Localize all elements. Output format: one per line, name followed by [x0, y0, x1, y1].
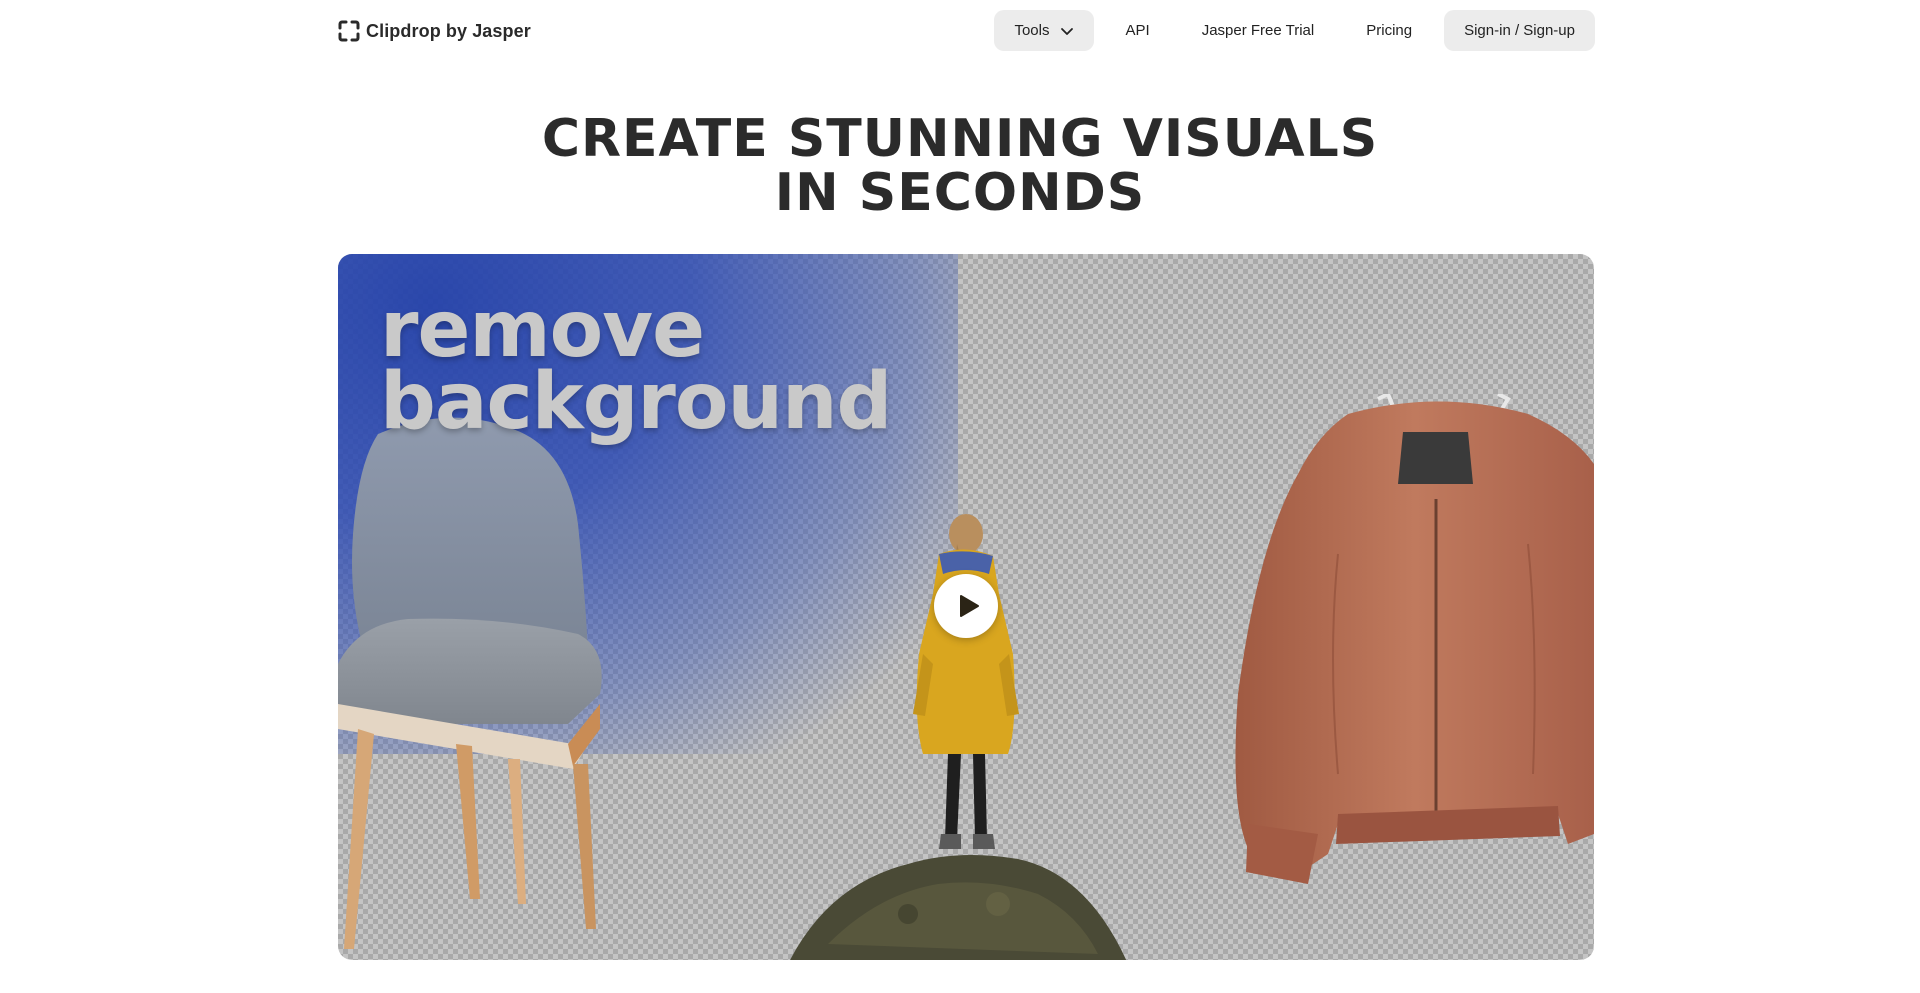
chair-image	[338, 417, 602, 949]
overlay-line-1: remove	[380, 285, 705, 375]
site-header: Clipdrop by Jasper Tools API Jasper Free…	[0, 0, 1920, 60]
jacket-image	[1235, 394, 1594, 884]
pricing-link[interactable]: Pricing	[1346, 10, 1432, 51]
overlay-line-2: background	[380, 357, 892, 447]
brand-name: Clipdrop by Jasper	[366, 20, 531, 41]
tools-label: Tools	[1014, 22, 1050, 39]
sign-in-button[interactable]: Sign-in / Sign-up	[1444, 10, 1595, 51]
girl-in-raincoat-image	[913, 514, 1019, 849]
main-nav: Tools API Jasper Free Trial Pricing Sign…	[994, 10, 1595, 51]
play-icon	[960, 595, 979, 617]
brand-logo[interactable]: Clipdrop by Jasper	[338, 19, 531, 43]
api-link[interactable]: API	[1106, 10, 1170, 51]
jasper-free-trial-link[interactable]: Jasper Free Trial	[1182, 10, 1335, 51]
demo-video-player[interactable]: remove background	[338, 254, 1594, 960]
hero-title: CREATE STUNNING VISUALS IN SECONDS	[0, 112, 1920, 220]
video-overlay-caption: remove background	[380, 285, 892, 447]
chevron-down-icon	[1060, 27, 1073, 35]
play-video-button[interactable]	[934, 574, 998, 638]
hero-title-line-2: IN SECONDS	[774, 163, 1146, 223]
hero-title-line-1: CREATE STUNNING VISUALS	[541, 109, 1379, 169]
tools-dropdown-button[interactable]: Tools	[994, 10, 1094, 51]
crop-frame-icon	[338, 20, 360, 42]
